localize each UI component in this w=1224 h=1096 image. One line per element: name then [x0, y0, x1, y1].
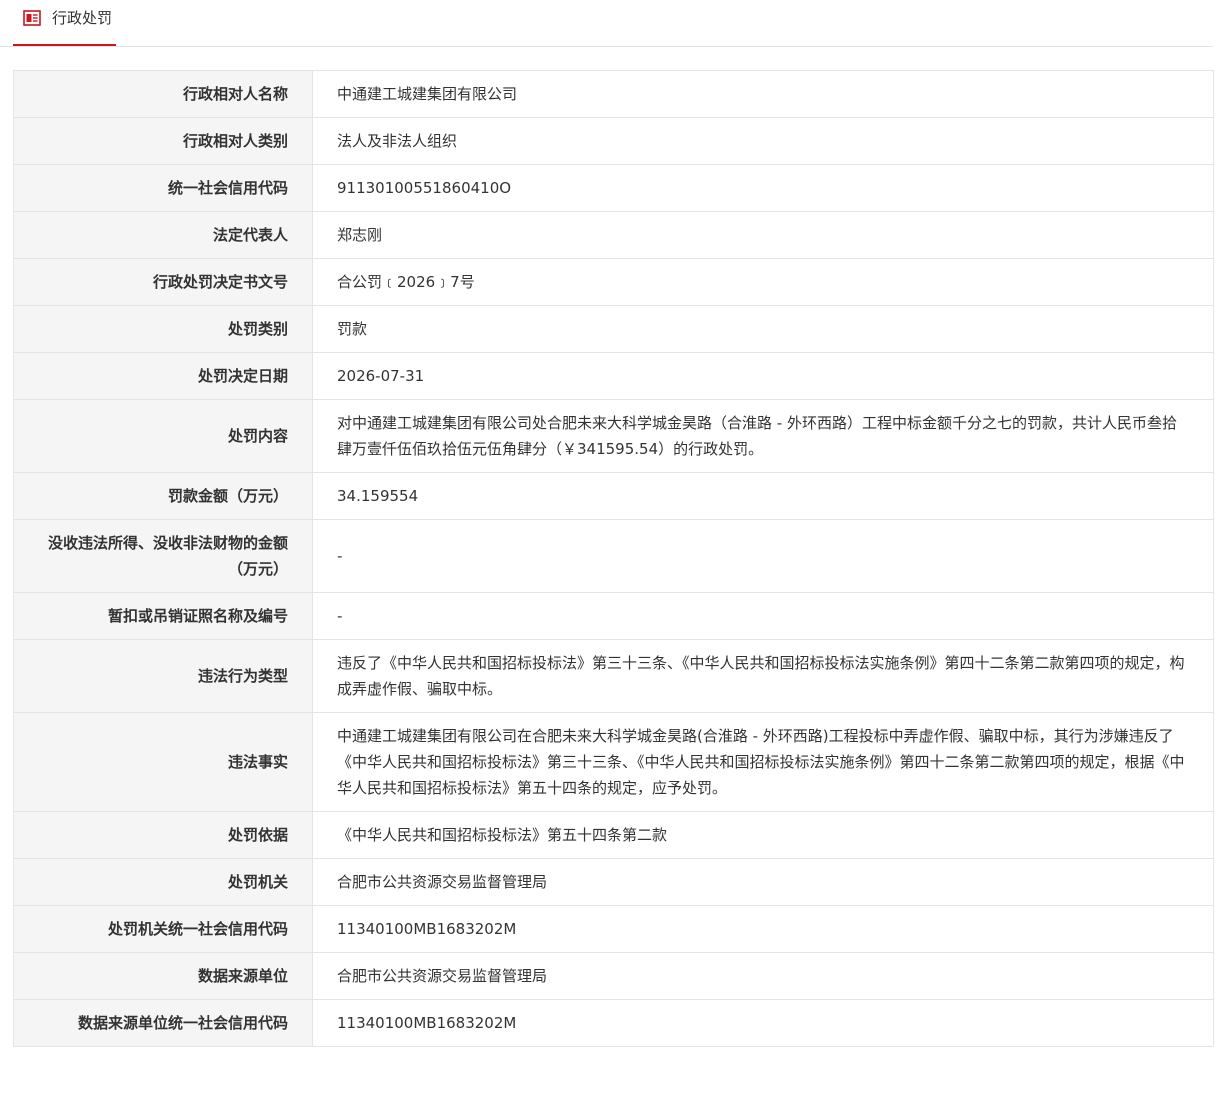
table-row: 行政相对人名称 中通建工城建集团有限公司	[13, 70, 1214, 118]
tab-header: 行政处罚	[0, 0, 1213, 47]
table-row: 处罚机关统一社会信用代码 11340100MB1683202M	[13, 905, 1214, 953]
table-row: 法定代表人 郑志刚	[13, 211, 1214, 259]
row-label: 数据来源单位统一社会信用代码	[13, 999, 313, 1047]
row-value: 郑志刚	[312, 211, 1214, 259]
table-row: 处罚机关 合肥市公共资源交易监督管理局	[13, 858, 1214, 906]
table-row: 行政相对人类别 法人及非法人组织	[13, 117, 1214, 165]
row-value: 2026-07-31	[312, 352, 1214, 400]
row-label: 行政相对人名称	[13, 70, 313, 118]
row-label: 行政处罚决定书文号	[13, 258, 313, 306]
tab-administrative-penalty[interactable]: 行政处罚	[13, 0, 116, 46]
row-value: -	[312, 519, 1214, 593]
row-value: 合肥市公共资源交易监督管理局	[312, 952, 1214, 1000]
row-value: 91130100551860410O	[312, 164, 1214, 212]
table-row: 罚款金额（万元） 34.159554	[13, 472, 1214, 520]
row-label: 处罚类别	[13, 305, 313, 353]
row-label: 违法事实	[13, 712, 313, 812]
row-label: 法定代表人	[13, 211, 313, 259]
row-label: 统一社会信用代码	[13, 164, 313, 212]
row-label: 暂扣或吊销证照名称及编号	[13, 592, 313, 640]
penalty-info-table: 行政相对人名称 中通建工城建集团有限公司 行政相对人类别 法人及非法人组织 统一…	[13, 70, 1214, 1047]
row-value: 11340100MB1683202M	[312, 905, 1214, 953]
table-row: 处罚依据 《中华人民共和国招标投标法》第五十四条第二款	[13, 811, 1214, 859]
row-label: 行政相对人类别	[13, 117, 313, 165]
row-value: 《中华人民共和国招标投标法》第五十四条第二款	[312, 811, 1214, 859]
row-value: 罚款	[312, 305, 1214, 353]
row-value: -	[312, 592, 1214, 640]
row-label: 数据来源单位	[13, 952, 313, 1000]
row-value: 中通建工城建集团有限公司在合肥未来大科学城金昊路(合淮路 - 外环西路)工程投标…	[312, 712, 1214, 812]
table-row: 违法行为类型 违反了《中华人民共和国招标投标法》第三十三条、《中华人民共和国招标…	[13, 639, 1214, 713]
row-label: 处罚决定日期	[13, 352, 313, 400]
row-value: 34.159554	[312, 472, 1214, 520]
row-label: 罚款金额（万元）	[13, 472, 313, 520]
row-value: 合公罚﹝2026﹞7号	[312, 258, 1214, 306]
row-value: 合肥市公共资源交易监督管理局	[312, 858, 1214, 906]
row-value: 中通建工城建集团有限公司	[312, 70, 1214, 118]
row-label: 没收违法所得、没收非法财物的金额（万元）	[13, 519, 313, 593]
row-label: 处罚依据	[13, 811, 313, 859]
row-value: 违反了《中华人民共和国招标投标法》第三十三条、《中华人民共和国招标投标法实施条例…	[312, 639, 1214, 713]
table-row: 暂扣或吊销证照名称及编号 -	[13, 592, 1214, 640]
row-label: 违法行为类型	[13, 639, 313, 713]
row-value: 11340100MB1683202M	[312, 999, 1214, 1047]
table-row: 违法事实 中通建工城建集团有限公司在合肥未来大科学城金昊路(合淮路 - 外环西路…	[13, 712, 1214, 812]
row-value: 对中通建工城建集团有限公司处合肥未来大科学城金昊路（合淮路 - 外环西路）工程中…	[312, 399, 1214, 473]
row-label: 处罚机关	[13, 858, 313, 906]
table-row: 统一社会信用代码 91130100551860410O	[13, 164, 1214, 212]
table-row: 处罚决定日期 2026-07-31	[13, 352, 1214, 400]
table-row: 数据来源单位 合肥市公共资源交易监督管理局	[13, 952, 1214, 1000]
tab-label: 行政处罚	[52, 9, 113, 27]
table-row: 行政处罚决定书文号 合公罚﹝2026﹞7号	[13, 258, 1214, 306]
table-row: 没收违法所得、没收非法财物的金额（万元） -	[13, 519, 1214, 593]
table-row: 处罚内容 对中通建工城建集团有限公司处合肥未来大科学城金昊路（合淮路 - 外环西…	[13, 399, 1214, 473]
row-value: 法人及非法人组织	[312, 117, 1214, 165]
table-row: 处罚类别 罚款	[13, 305, 1214, 353]
document-icon	[23, 10, 41, 26]
row-label: 处罚内容	[13, 399, 313, 473]
row-label: 处罚机关统一社会信用代码	[13, 905, 313, 953]
table-row: 数据来源单位统一社会信用代码 11340100MB1683202M	[13, 999, 1214, 1047]
